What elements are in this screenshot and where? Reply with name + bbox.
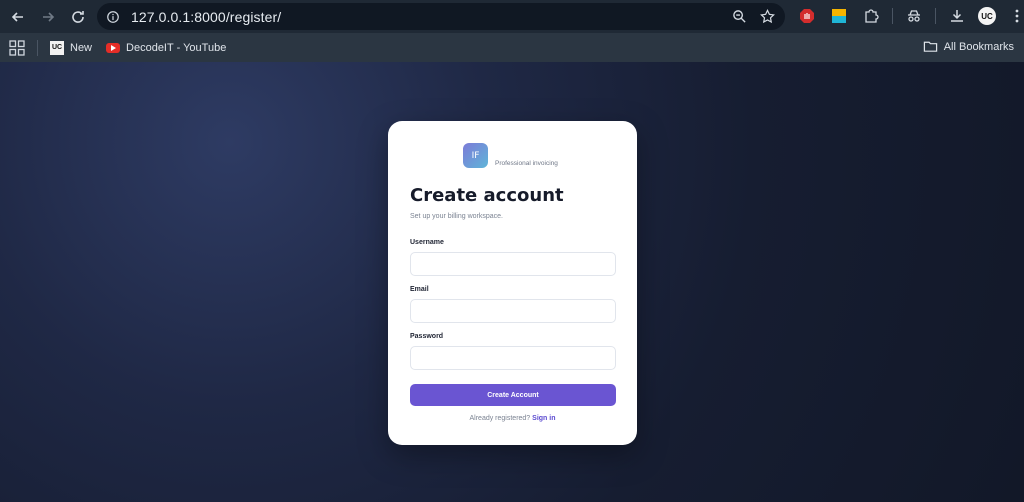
page-subtitle: Set up your billing workspace. (410, 213, 503, 220)
site-info-icon[interactable] (103, 7, 123, 27)
youtube-favicon-icon (106, 42, 121, 53)
toolbar-divider (935, 8, 936, 24)
bookmark-decodeit-youtube[interactable]: DecodeIT - YouTube (106, 42, 226, 54)
address-bar[interactable]: 127.0.0.1:8000/register/ (97, 3, 785, 30)
forward-arrow-icon (43, 11, 55, 22)
bookmarks-bar: UC New DecodeIT - YouTube All Bookmarks (0, 33, 1024, 62)
reload-button[interactable] (66, 5, 90, 29)
browser-toolbar: 127.0.0.1:8000/register/ UC (0, 0, 1024, 33)
zoom-icon[interactable] (729, 6, 749, 26)
adblock-extension-icon[interactable] (796, 5, 818, 27)
email-label: Email (410, 286, 429, 293)
footer-text: Already registered? (469, 415, 533, 422)
password-input[interactable] (410, 346, 616, 370)
logo-badge: IF (463, 143, 488, 168)
menu-kebab-icon[interactable] (1006, 5, 1024, 27)
url-text[interactable]: 127.0.0.1:8000/register/ (131, 9, 281, 25)
back-button[interactable] (6, 5, 30, 29)
all-bookmarks-button[interactable]: All Bookmarks (923, 39, 1014, 54)
bookmark-label: New (70, 41, 93, 54)
uc-favicon-icon: UC (50, 40, 64, 55)
signin-prompt: Already registered? Sign in (388, 415, 637, 422)
download-icon[interactable] (946, 5, 968, 27)
bookmark-star-icon[interactable] (757, 6, 777, 26)
bookmark-new[interactable]: UC New (50, 40, 93, 55)
brand-logo: IF Professional invoicing (463, 143, 558, 168)
profile-avatar[interactable]: UC (978, 7, 996, 25)
brand-tagline: Professional invoicing (495, 160, 558, 167)
page-title: Create account (410, 185, 564, 206)
bookmark-label: DecodeIT - YouTube (126, 41, 227, 54)
forward-button[interactable] (36, 5, 60, 29)
extensions-puzzle-icon[interactable] (860, 5, 882, 27)
extension-badge-icon[interactable] (828, 5, 850, 27)
incognito-spy-icon[interactable] (903, 5, 925, 27)
folder-icon (923, 41, 937, 52)
back-arrow-icon (11, 11, 23, 22)
password-label: Password (410, 333, 444, 340)
create-account-button[interactable]: Create Account (410, 384, 616, 406)
reload-icon (72, 10, 84, 23)
username-input[interactable] (410, 252, 616, 276)
toolbar-divider (892, 8, 893, 24)
apps-grid-icon[interactable] (9, 39, 25, 56)
page-background: IF Professional invoicing Create account… (0, 62, 1024, 502)
email-input[interactable] (410, 299, 616, 323)
bookmarks-divider (37, 39, 38, 56)
username-label: Username (410, 239, 444, 246)
all-bookmarks-label: All Bookmarks (943, 40, 1014, 53)
register-card: IF Professional invoicing Create account… (388, 121, 637, 445)
extensions-area: UC (796, 5, 1024, 27)
signin-link[interactable]: Sign in (532, 415, 555, 422)
